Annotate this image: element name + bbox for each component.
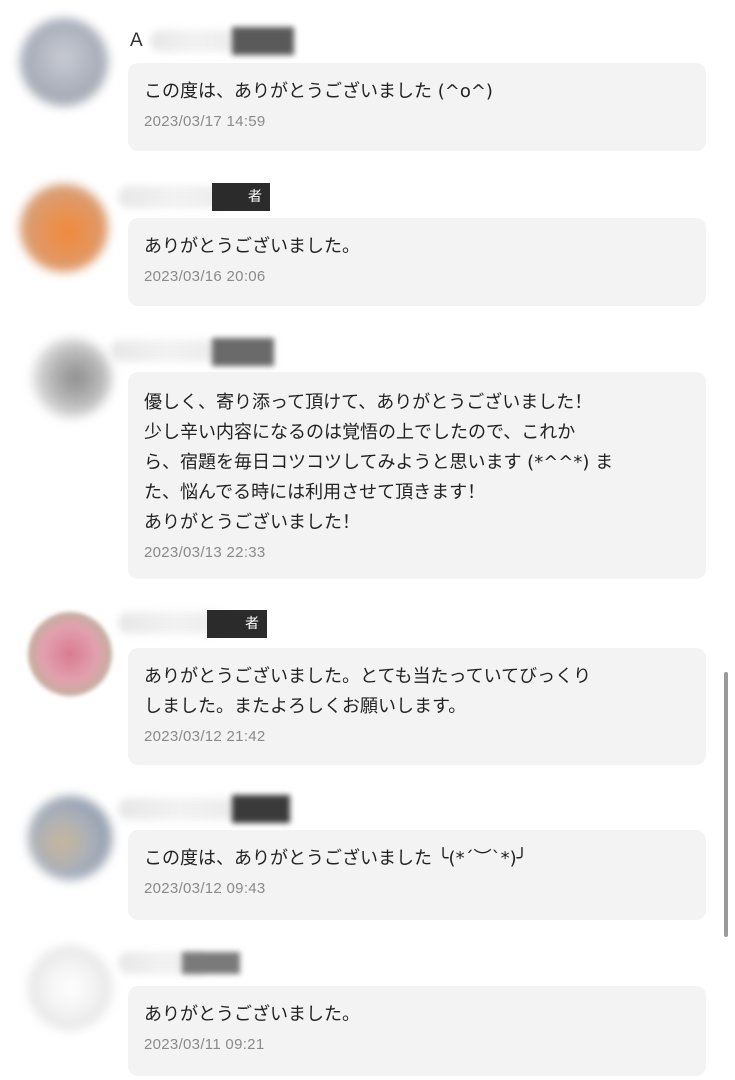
avatar[interactable] [20, 18, 108, 106]
avatar[interactable] [28, 946, 112, 1030]
review-bubble: 優しく、寄り添って頂けて、ありがとうございました！ 少し辛い内容になるのは覚悟の… [128, 372, 706, 579]
reviewer-badge-blurred [182, 952, 240, 974]
avatar[interactable] [28, 796, 112, 880]
reviewer-name-initial: A [130, 30, 143, 51]
review-message: ありがとうございました。 [144, 236, 360, 257]
review-date: 2023/03/13 22:33 [144, 544, 266, 561]
review-bubble: ありがとうございました。とても当たっていてびっくり しました。またよろしくお願い… [128, 648, 706, 765]
review-message: この度は、ありがとうございました ╰(*´︶`*)╯ [144, 848, 528, 869]
review-message: ありがとうございました。とても当たっていてびっくり しました。またよろしくお願い… [144, 666, 592, 717]
review-date: 2023/03/11 09:21 [144, 1036, 265, 1053]
avatar[interactable] [20, 184, 108, 272]
reviewer-badge: 者 [207, 610, 267, 638]
scrollbar[interactable] [724, 672, 728, 937]
reviewer-name-blurred [110, 340, 220, 362]
review-date: 2023/03/17 14:59 [144, 113, 266, 130]
review-date: 2023/03/12 21:42 [144, 728, 266, 745]
review-message: ありがとうございました。 [144, 1004, 360, 1025]
review-bubble: ありがとうございました。 2023/03/16 20:06 [128, 218, 706, 306]
avatar[interactable] [28, 612, 112, 696]
review-date: 2023/03/12 09:43 [144, 880, 266, 897]
reviewer-badge-blurred [212, 338, 274, 366]
review-bubble: ありがとうございました。 2023/03/11 09:21 [128, 986, 706, 1076]
reviewer-badge-blurred [232, 795, 290, 823]
review-message: 優しく、寄り添って頂けて、ありがとうございました！ 少し辛い内容になるのは覚悟の… [144, 392, 614, 533]
avatar[interactable] [32, 338, 112, 418]
review-message: この度は、ありがとうございました (^o^) [144, 81, 493, 102]
review-date: 2023/03/16 20:06 [144, 268, 266, 285]
reviewer-badge: 者 [212, 183, 270, 211]
reviewer-badge-blurred [232, 27, 294, 55]
review-bubble: この度は、ありがとうございました (^o^) 2023/03/17 14:59 [128, 63, 706, 151]
review-bubble: この度は、ありがとうございました ╰(*´︶`*)╯ 2023/03/12 09… [128, 830, 706, 920]
reviewer-name-blurred [118, 798, 238, 820]
reviewer-name-blurred [150, 30, 240, 52]
